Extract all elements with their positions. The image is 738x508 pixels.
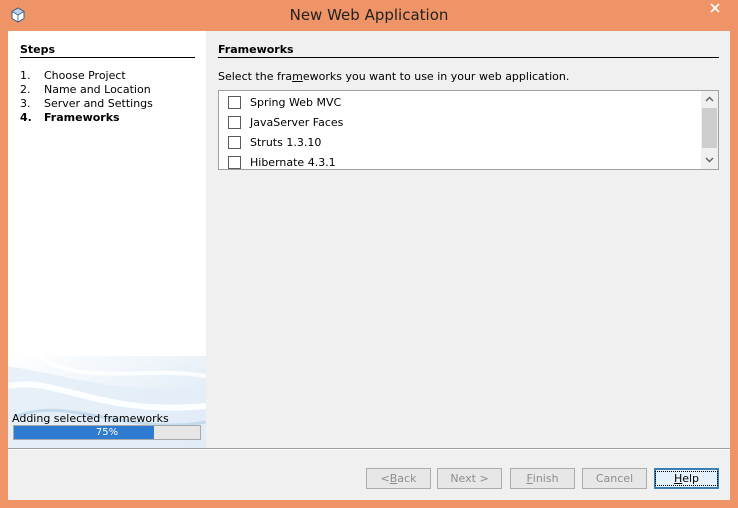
progress-percent: 75% xyxy=(95,427,119,438)
step-number: 2. xyxy=(20,83,31,96)
step-choose-project: 1. Choose Project xyxy=(20,69,126,82)
step-name-and-location: 2. Name and Location xyxy=(20,83,151,96)
step-label: Server and Settings xyxy=(44,97,153,110)
finish-button[interactable]: Finish xyxy=(510,468,575,489)
step-number: 4. xyxy=(20,111,32,124)
dialog-window: New Web Application Steps 1. Choose Proje… xyxy=(0,0,738,508)
back-button[interactable]: < Back xyxy=(366,468,431,489)
step-number: 1. xyxy=(20,69,31,82)
framework-label: Spring Web MVC xyxy=(250,95,342,109)
window-title: New Web Application xyxy=(289,6,449,24)
framework-label: JavaServer Faces xyxy=(250,115,344,129)
frameworks-scrollbar[interactable] xyxy=(701,91,718,169)
hibernate-checkbox[interactable] xyxy=(228,155,241,169)
frameworks-divider xyxy=(218,57,719,58)
spring-web-mvc-checkbox[interactable] xyxy=(228,95,241,109)
footer-divider-highlight xyxy=(8,449,730,450)
close-icon xyxy=(710,2,720,17)
framework-label: Hibernate 4.3.1 xyxy=(250,155,336,169)
progress-label: Adding selected frameworks xyxy=(12,412,169,425)
close-button[interactable] xyxy=(699,0,731,19)
chevron-down-icon xyxy=(705,156,714,166)
framework-label: Struts 1.3.10 xyxy=(250,135,322,149)
steps-divider xyxy=(20,57,195,58)
step-label: Choose Project xyxy=(44,69,126,82)
step-server-and-settings: 3. Server and Settings xyxy=(20,97,153,110)
framework-item-struts[interactable]: Struts 1.3.10 xyxy=(228,133,321,151)
chevron-up-icon xyxy=(705,95,714,105)
step-label: Name and Location xyxy=(44,83,151,96)
struts-checkbox[interactable] xyxy=(228,135,241,149)
frameworks-list[interactable]: Spring Web MVC JavaServer Faces Struts 1… xyxy=(218,90,719,170)
title-bar[interactable]: New Web Application xyxy=(0,0,738,31)
scroll-down-button[interactable] xyxy=(701,152,718,169)
framework-item-spring-web-mvc[interactable]: Spring Web MVC xyxy=(228,93,341,111)
javaserver-faces-checkbox[interactable] xyxy=(228,115,241,129)
help-button[interactable]: Help xyxy=(654,468,719,489)
step-frameworks: 4. Frameworks xyxy=(20,111,120,124)
step-label: Frameworks xyxy=(44,111,120,124)
frameworks-heading: Frameworks xyxy=(218,43,294,56)
progress-bar: 75% xyxy=(13,425,201,440)
framework-item-javaserver-faces[interactable]: JavaServer Faces xyxy=(228,113,343,131)
next-button[interactable]: Next > xyxy=(437,468,502,489)
dialog-content: Steps 1. Choose Project 2. Name and Locati… xyxy=(8,31,730,500)
scroll-up-button[interactable] xyxy=(701,91,718,108)
frameworks-instructions: Select the frameworks you want to use in… xyxy=(218,70,570,83)
cancel-button[interactable]: Cancel xyxy=(582,468,647,489)
framework-item-hibernate[interactable]: Hibernate 4.3.1 xyxy=(228,153,336,169)
steps-panel: Steps 1. Choose Project 2. Name and Locati… xyxy=(8,31,206,448)
step-number: 3. xyxy=(20,97,31,110)
scroll-thumb[interactable] xyxy=(702,108,717,148)
steps-heading: Steps xyxy=(20,43,56,56)
